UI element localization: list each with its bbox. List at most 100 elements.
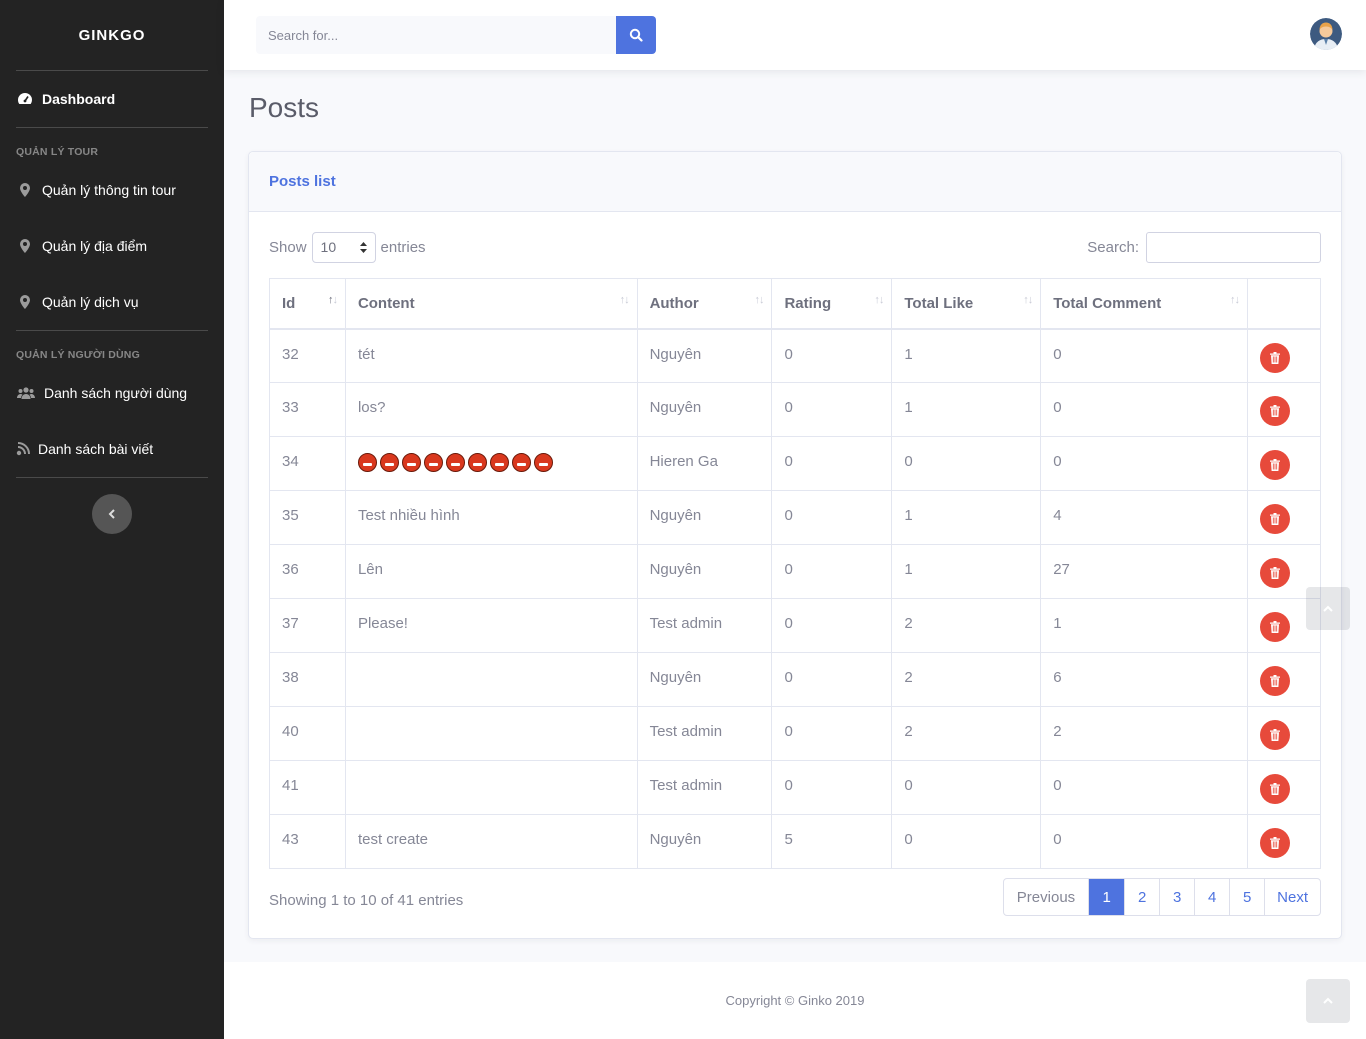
sidebar-item-tour-info[interactable]: Quản lý thông tin tour	[0, 162, 224, 218]
cell-total-comment: 27	[1040, 544, 1248, 599]
column-header-total-like[interactable]: Total Like ↑↓	[891, 278, 1042, 330]
page-button-3[interactable]: 3	[1159, 879, 1194, 915]
next-button[interactable]: Next	[1264, 879, 1320, 915]
trash-icon	[1269, 621, 1280, 633]
cell-content: tét	[344, 328, 638, 383]
cell-total-comment: 0	[1040, 382, 1248, 437]
page-button-1[interactable]: 1	[1088, 879, 1125, 915]
sidebar-item-locations[interactable]: Quản lý địa điểm	[0, 218, 224, 274]
cell-id: 33	[269, 382, 346, 437]
sidebar-toggle-button[interactable]	[92, 494, 132, 534]
page-title: Posts	[249, 92, 320, 123]
delete-button[interactable]	[1259, 720, 1290, 750]
table-row: 37 Please! Test admin 0 2 1	[269, 598, 1322, 653]
page-button-5[interactable]: 5	[1229, 879, 1264, 915]
cell-rating: 0	[771, 382, 893, 437]
sidebar-item-dashboard[interactable]: Dashboard	[0, 71, 224, 127]
cell-content: Test nhiều hình	[344, 490, 638, 545]
entries-label: entries	[380, 238, 426, 256]
cell-author: Nguyên	[636, 328, 773, 383]
column-header-id[interactable]: Id ↑↓	[269, 278, 346, 330]
table-search-input[interactable]	[1146, 232, 1321, 263]
delete-button[interactable]	[1259, 774, 1290, 804]
cell-author: Test admin	[636, 706, 773, 761]
angry-emoji-icon	[467, 453, 487, 472]
map-marker-icon	[16, 183, 34, 197]
sort-icon: ↑↓	[1229, 294, 1240, 306]
cell-total-like: 1	[891, 544, 1042, 599]
column-header-total-comment[interactable]: Total Comment ↑↓	[1040, 278, 1248, 330]
scroll-to-top-button[interactable]	[1306, 587, 1350, 630]
table-row: 40 Test admin 0 2 2	[269, 706, 1322, 761]
user-avatar[interactable]	[1310, 18, 1342, 50]
angry-emoji-icon	[401, 453, 421, 472]
trash-icon	[1269, 729, 1280, 741]
table-row: 43 test create Nguyên 5 0 0	[269, 814, 1322, 869]
page-button-2[interactable]: 2	[1124, 879, 1159, 915]
topbar	[224, 0, 1366, 70]
cell-author: Nguyên	[636, 814, 773, 869]
card-title: Posts list	[269, 173, 336, 190]
table-row: 34 Hieren Ga 0 0 0	[269, 436, 1322, 491]
table-header-row: Id ↑↓ Content ↑↓ Author ↑↓ Rating ↑↓ Total L…	[269, 278, 1322, 330]
column-header-author[interactable]: Author ↑↓	[636, 278, 773, 330]
table-filter: Search:	[1087, 232, 1321, 263]
cell-total-like: 2	[891, 706, 1042, 761]
search-button[interactable]	[616, 16, 656, 54]
cell-total-comment: 4	[1040, 490, 1248, 545]
table-row: 41 Test admin 0 0 0	[269, 760, 1322, 815]
delete-button[interactable]	[1259, 450, 1290, 480]
brand-logo[interactable]: GINKGO	[0, 0, 224, 70]
sidebar-item-services[interactable]: Quản lý dịch vụ	[0, 274, 224, 330]
cell-total-like: 0	[891, 436, 1042, 491]
cell-total-comment: 0	[1040, 436, 1248, 491]
trash-icon	[1269, 675, 1280, 687]
sort-icon: ↑↓	[754, 294, 764, 306]
delete-button[interactable]	[1259, 612, 1290, 642]
delete-button[interactable]	[1259, 396, 1290, 426]
cell-author: Nguyên	[636, 490, 773, 545]
sort-asc-icon: ↑↓	[327, 294, 338, 306]
delete-button[interactable]	[1259, 828, 1290, 858]
chevron-left-icon	[108, 509, 115, 519]
sidebar-item-label: Quản lý địa điểm	[42, 238, 148, 254]
cell-total-like: 0	[891, 760, 1042, 815]
delete-button[interactable]	[1259, 666, 1290, 696]
sidebar-item-posts[interactable]: Danh sách bài viết	[0, 421, 224, 477]
sidebar-item-label: Danh sách bài viết	[38, 441, 154, 457]
delete-button[interactable]	[1259, 504, 1290, 534]
search-input[interactable]	[256, 16, 616, 54]
footer-scroll-top-button[interactable]	[1306, 979, 1350, 1023]
table-controls: Show 10 entries Search:	[269, 231, 1321, 264]
cell-rating: 0	[771, 328, 893, 383]
cell-actions	[1246, 760, 1322, 815]
cell-id: 43	[269, 814, 346, 869]
map-marker-icon	[16, 239, 34, 253]
cell-author: Test admin	[636, 598, 773, 653]
cell-content: los?	[344, 382, 638, 437]
cell-rating: 0	[771, 598, 893, 653]
cell-id: 41	[269, 760, 346, 815]
cell-actions	[1246, 706, 1322, 761]
column-header-content[interactable]: Content ↑↓	[344, 278, 638, 330]
delete-button[interactable]	[1259, 558, 1290, 588]
search-icon	[629, 28, 643, 42]
cell-author: Nguyên	[636, 652, 773, 707]
column-header-rating[interactable]: Rating ↑↓	[771, 278, 893, 330]
trash-icon	[1269, 405, 1280, 417]
entries-select[interactable]: 10	[311, 231, 376, 263]
cell-total-like: 1	[891, 328, 1042, 383]
sidebar-item-users[interactable]: Danh sách người dùng	[0, 365, 224, 421]
cell-actions	[1246, 490, 1322, 545]
page-button-4[interactable]: 4	[1194, 879, 1229, 915]
cell-rating: 0	[771, 544, 893, 599]
cell-total-comment: 1	[1040, 598, 1248, 653]
delete-button[interactable]	[1259, 342, 1290, 373]
angry-emoji-icon	[423, 453, 443, 472]
show-label: Show	[269, 238, 307, 256]
posts-table: Id ↑↓ Content ↑↓ Author ↑↓ Rating ↑↓ Total L…	[269, 278, 1322, 869]
cell-content: Please!	[344, 598, 638, 653]
previous-button[interactable]: Previous	[1004, 879, 1088, 915]
cell-id: 35	[269, 490, 346, 545]
pagination: Previous 1 2 3 4 5 Next	[1002, 878, 1321, 916]
